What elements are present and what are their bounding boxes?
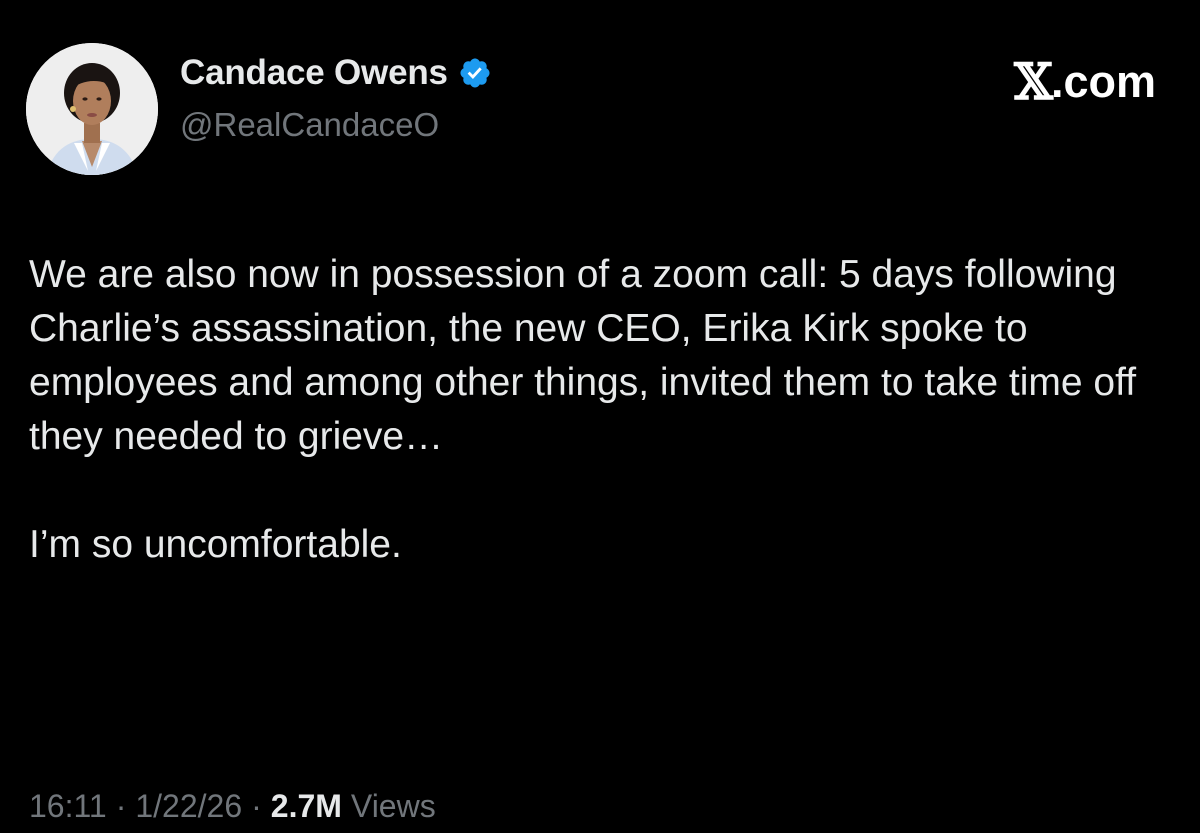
tweet-paragraph: I’m so uncomfortable. — [29, 523, 402, 566]
name-row: Candace Owens — [180, 50, 492, 96]
site-suffix: .com — [1050, 55, 1156, 107]
author-handle[interactable]: @RealCandaceO — [180, 106, 492, 144]
meta-separator: · — [115, 788, 127, 824]
tweet-meta: 16:11 · 1/22/26 · 2.7M Views — [29, 788, 436, 825]
views-label: Views — [350, 788, 436, 824]
author-info: Candace Owens @RealCandaceO — [180, 50, 492, 144]
site-mark[interactable]: 𝕏 .com — [1014, 52, 1156, 111]
tweet-time[interactable]: 16:11 — [29, 788, 107, 825]
author-display-name[interactable]: Candace Owens — [180, 53, 448, 93]
x-logo-icon: 𝕏 — [1014, 52, 1053, 111]
meta-separator: · — [251, 788, 262, 824]
avatar[interactable] — [26, 43, 158, 175]
tweet-paragraph: We are also now in possession of a zoom … — [29, 253, 1137, 458]
tweet-card: Candace Owens @RealCandaceO 𝕏 .com We ar… — [0, 0, 1200, 833]
avatar-image — [26, 43, 158, 175]
views-count[interactable]: 2.7M — [271, 788, 342, 825]
verified-badge-icon — [458, 56, 492, 90]
tweet-text: We are also now in possession of a zoom … — [29, 248, 1169, 572]
tweet-date[interactable]: 1/22/26 — [135, 788, 242, 825]
